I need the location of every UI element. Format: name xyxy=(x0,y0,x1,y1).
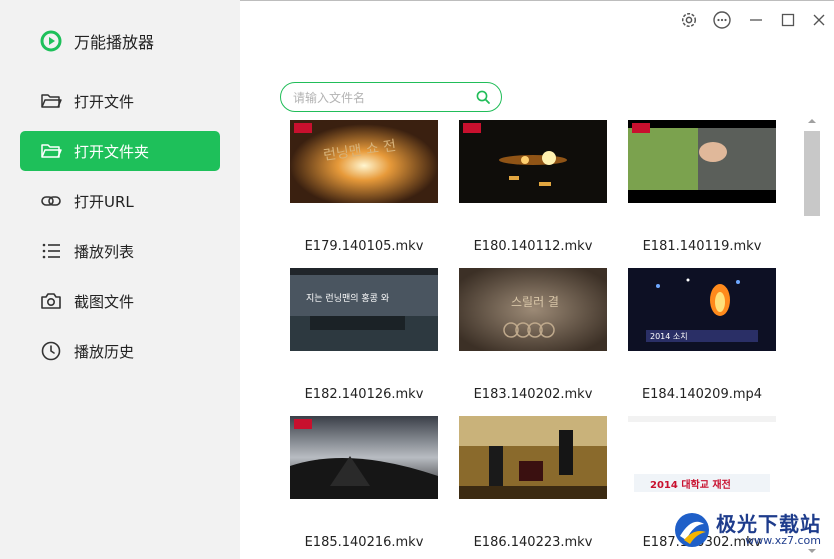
thumbnail-caption: 2014 대학교 재전 xyxy=(650,478,731,491)
video-thumbnail xyxy=(459,120,607,203)
aurora-logo-icon xyxy=(675,513,709,547)
sidebar-item-screenshots[interactable]: 截图文件 xyxy=(20,281,220,321)
sidebar-item-label: 打开文件 xyxy=(74,92,135,111)
video-thumbnail xyxy=(628,120,776,203)
more-button[interactable] xyxy=(711,9,733,31)
sidebar-item-label: 打开文件夹 xyxy=(74,142,150,161)
settings-button[interactable] xyxy=(678,9,700,31)
search-box xyxy=(280,82,502,112)
thumbnail-caption: 스릴러 결 xyxy=(511,295,559,309)
close-icon xyxy=(813,14,825,26)
vertical-scrollbar[interactable] xyxy=(804,113,820,559)
maximize-button[interactable] xyxy=(777,9,799,31)
sidebar-item-history[interactable]: 播放历史 xyxy=(20,331,220,371)
video-thumbnail xyxy=(290,416,438,499)
file-name: E183.140202.mkv xyxy=(473,387,593,402)
sidebar-item-label: 播放列表 xyxy=(74,242,135,261)
file-name: E182.140126.mkv xyxy=(304,387,424,402)
list-icon xyxy=(40,240,62,262)
app-title: 万能播放器 xyxy=(74,33,155,52)
video-thumbnail: 스릴러 결 xyxy=(459,268,607,351)
video-thumbnail xyxy=(459,416,607,499)
minimize-button[interactable] xyxy=(745,9,767,31)
close-button[interactable] xyxy=(808,9,830,31)
watermark: 极光下载站 www.xz7.com xyxy=(672,505,821,555)
folder-icon xyxy=(40,90,62,112)
link-icon xyxy=(40,190,62,212)
file-name: E181.140119.mkv xyxy=(642,239,762,254)
clock-icon xyxy=(40,340,62,362)
scroll-up-button[interactable] xyxy=(804,113,820,129)
file-name: E179.140105.mkv xyxy=(304,239,424,254)
search-input[interactable] xyxy=(291,87,465,109)
file-name: E185.140216.mkv xyxy=(304,535,424,550)
settings-icon xyxy=(681,12,697,28)
sidebar-item-open-folder[interactable]: 打开文件夹 xyxy=(20,131,220,171)
video-thumbnail: 2014 소치 xyxy=(628,268,776,351)
search-icon[interactable] xyxy=(475,89,491,105)
thumbnail-caption: 지는 런닝맨의 홍콩 와 xyxy=(306,292,389,304)
file-name: E184.140209.mp4 xyxy=(641,387,763,402)
sidebar-item-playlist[interactable]: 播放列表 xyxy=(20,231,220,271)
file-name: E180.140112.mkv xyxy=(473,239,593,254)
camera-icon xyxy=(40,290,62,312)
more-icon xyxy=(713,11,731,29)
sidebar-item-label: 截图文件 xyxy=(74,292,135,311)
sidebar-item-open-url[interactable]: 打开URL xyxy=(20,181,220,221)
minimize-icon xyxy=(750,19,762,21)
watermark-url: www.xz7.com xyxy=(745,533,821,547)
sidebar: 万能播放器 打开文件 打开文件夹 打开URL 播放列表 截图文件 播放历史 xyxy=(0,0,240,559)
sidebar-item-open-file[interactable]: 打开文件 xyxy=(20,81,220,121)
sidebar-item-label: 打开URL xyxy=(74,192,134,211)
video-thumbnail: 2014 대학교 재전 xyxy=(628,416,776,499)
sidebar-item-label: 播放历史 xyxy=(74,342,135,361)
video-thumbnail: 지는 런닝맨의 홍콩 와 xyxy=(290,268,438,351)
app-brand: 万能播放器 xyxy=(40,28,154,54)
thumbnail-caption: 2014 소치 xyxy=(650,332,688,341)
video-thumbnail: 런닝맨 쇼 전 xyxy=(290,120,438,203)
watermark-title: 极光下载站 xyxy=(716,511,821,536)
play-logo-icon xyxy=(40,30,62,52)
file-name: E186.140223.mkv xyxy=(473,535,593,550)
scroll-thumb[interactable] xyxy=(804,131,820,216)
maximize-icon xyxy=(781,13,795,27)
folder-open-icon xyxy=(40,140,62,162)
chevron-up-icon xyxy=(808,119,816,123)
